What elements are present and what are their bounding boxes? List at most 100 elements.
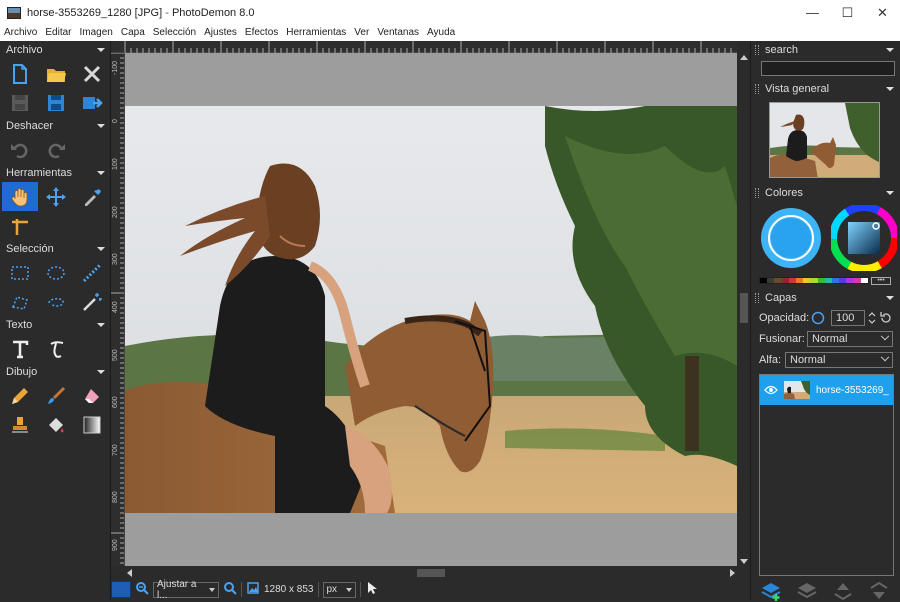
- layer-name: horse-3553269_: [816, 384, 889, 396]
- scroll-right-icon[interactable]: [730, 569, 735, 577]
- maximize-button[interactable]: ☐: [830, 0, 865, 25]
- menu-efectos[interactable]: Efectos: [241, 25, 282, 41]
- section-dibujo[interactable]: Dibujo: [0, 363, 110, 381]
- fill-tool-button[interactable]: [38, 410, 74, 439]
- eraser-tool-button[interactable]: [74, 381, 110, 410]
- delete-layer-button[interactable]: [795, 580, 819, 602]
- menu-ayuda[interactable]: Ayuda: [423, 25, 459, 41]
- palette-more-button[interactable]: •••: [871, 276, 891, 285]
- primary-color-swatch[interactable]: [111, 581, 131, 598]
- menu-ver[interactable]: Ver: [350, 25, 373, 41]
- horizontal-scroll-thumb[interactable]: [417, 569, 445, 577]
- section-texto[interactable]: Texto: [0, 316, 110, 334]
- scroll-left-icon[interactable]: [127, 569, 132, 577]
- menu-imagen[interactable]: Imagen: [75, 25, 116, 41]
- menu-seleccion[interactable]: Selección: [149, 25, 200, 41]
- spinner-arrows-icon[interactable]: [867, 310, 877, 326]
- save-button[interactable]: [2, 88, 38, 117]
- layers-panel-header[interactable]: Capas: [751, 289, 900, 307]
- zoom-out-button[interactable]: [135, 581, 149, 598]
- zoom-in-icon: [224, 582, 237, 595]
- grip-icon: [755, 293, 759, 303]
- section-dibujo-label: Dibujo: [6, 366, 38, 378]
- eyedropper-tool-button[interactable]: [74, 182, 110, 211]
- line-select-button[interactable]: [74, 258, 110, 287]
- new-file-button[interactable]: [2, 59, 38, 88]
- zoom-in-button[interactable]: [223, 581, 237, 598]
- horizontal-scrollbar[interactable]: [125, 566, 737, 579]
- opacity-value: 100: [836, 311, 855, 324]
- close-image-button[interactable]: [74, 59, 110, 88]
- hand-tool-button[interactable]: [2, 182, 38, 211]
- menu-ajustes[interactable]: Ajustes: [200, 25, 241, 41]
- current-color-circle[interactable]: [759, 206, 823, 270]
- layer-row[interactable]: horse-3553269_: [760, 375, 893, 405]
- open-file-button[interactable]: [38, 59, 74, 88]
- vertical-scrollbar[interactable]: [737, 53, 750, 566]
- export-button[interactable]: [74, 88, 110, 117]
- overview-panel-header[interactable]: Vista general: [751, 80, 900, 98]
- move-layer-up-button[interactable]: [831, 580, 855, 602]
- lasso-select-button[interactable]: [38, 287, 74, 316]
- cursor-position-icon: [365, 581, 379, 598]
- menu-editar[interactable]: Editar: [41, 25, 75, 41]
- zoom-dropdown[interactable]: Ajustar a l...: [153, 579, 219, 601]
- alpha-mode-dropdown[interactable]: Normal: [785, 351, 893, 368]
- menu-capa[interactable]: Capa: [117, 25, 149, 41]
- scroll-up-icon[interactable]: [740, 55, 748, 60]
- menu-herramientas[interactable]: Herramientas: [282, 25, 350, 41]
- ruler-label: 500: [112, 349, 119, 361]
- image-canvas[interactable]: [125, 106, 737, 513]
- scroll-down-icon[interactable]: [740, 559, 748, 564]
- redo-button[interactable]: [38, 135, 74, 164]
- reset-icon[interactable]: [879, 311, 893, 325]
- chevron-down-icon: [880, 352, 890, 361]
- brush-tool-button[interactable]: [38, 381, 74, 410]
- opacity-dial-icon[interactable]: [811, 311, 825, 325]
- close-button[interactable]: ✕: [865, 0, 900, 25]
- save-as-button[interactable]: [38, 88, 74, 117]
- blend-mode-dropdown[interactable]: Normal: [807, 330, 893, 347]
- ruler-label: 900: [112, 539, 119, 551]
- ellipse-select-button[interactable]: [38, 258, 74, 287]
- rect-select-button[interactable]: [2, 258, 38, 287]
- crop-tool-button[interactable]: [2, 211, 38, 240]
- divider: [359, 582, 361, 597]
- move-layer-down-button[interactable]: [867, 580, 891, 602]
- section-seleccion[interactable]: Selección: [0, 240, 110, 258]
- menu-ventanas[interactable]: Ventanas: [373, 25, 423, 41]
- move-tool-button[interactable]: [38, 182, 74, 211]
- search-input[interactable]: [761, 61, 895, 76]
- gradient-tool-button[interactable]: [74, 410, 110, 439]
- title-bar: horse-3553269_1280 [JPG] - PhotoDemon 8.…: [0, 0, 900, 25]
- unit-dropdown[interactable]: px: [322, 581, 356, 598]
- add-layer-button[interactable]: [759, 580, 783, 602]
- polygon-select-button[interactable]: [2, 287, 38, 316]
- section-archivo[interactable]: Archivo: [0, 41, 110, 59]
- magic-wand-button[interactable]: [74, 287, 110, 316]
- eye-icon[interactable]: [764, 385, 778, 395]
- ruler-label: 400: [112, 301, 119, 313]
- canvas-area[interactable]: [125, 53, 737, 566]
- search-panel-header[interactable]: search: [751, 41, 900, 59]
- colors-panel-header[interactable]: Colores: [751, 184, 900, 202]
- minimize-button[interactable]: —: [795, 0, 830, 25]
- section-deshacer-label: Deshacer: [6, 120, 54, 132]
- layers-list[interactable]: horse-3553269_: [759, 374, 894, 576]
- opacity-row: Opacidad: 100: [751, 307, 900, 328]
- text-tool-button[interactable]: [2, 334, 38, 363]
- typography-tool-button[interactable]: [38, 334, 74, 363]
- undo-button[interactable]: [2, 135, 38, 164]
- vertical-scroll-thumb[interactable]: [740, 293, 748, 323]
- section-deshacer[interactable]: Deshacer: [0, 117, 110, 135]
- color-wheel[interactable]: [831, 205, 897, 271]
- color-palette[interactable]: •••: [759, 276, 900, 285]
- palette-swatches[interactable]: [759, 277, 869, 284]
- opacity-input[interactable]: 100: [831, 309, 865, 326]
- pencil-tool-button[interactable]: [2, 381, 38, 410]
- menu-archivo[interactable]: Archivo: [0, 25, 41, 41]
- overview-thumbnail[interactable]: [769, 102, 880, 178]
- section-herramientas[interactable]: Herramientas: [0, 164, 110, 182]
- ruler-label: 800: [112, 491, 119, 503]
- clone-stamp-button[interactable]: [2, 410, 38, 439]
